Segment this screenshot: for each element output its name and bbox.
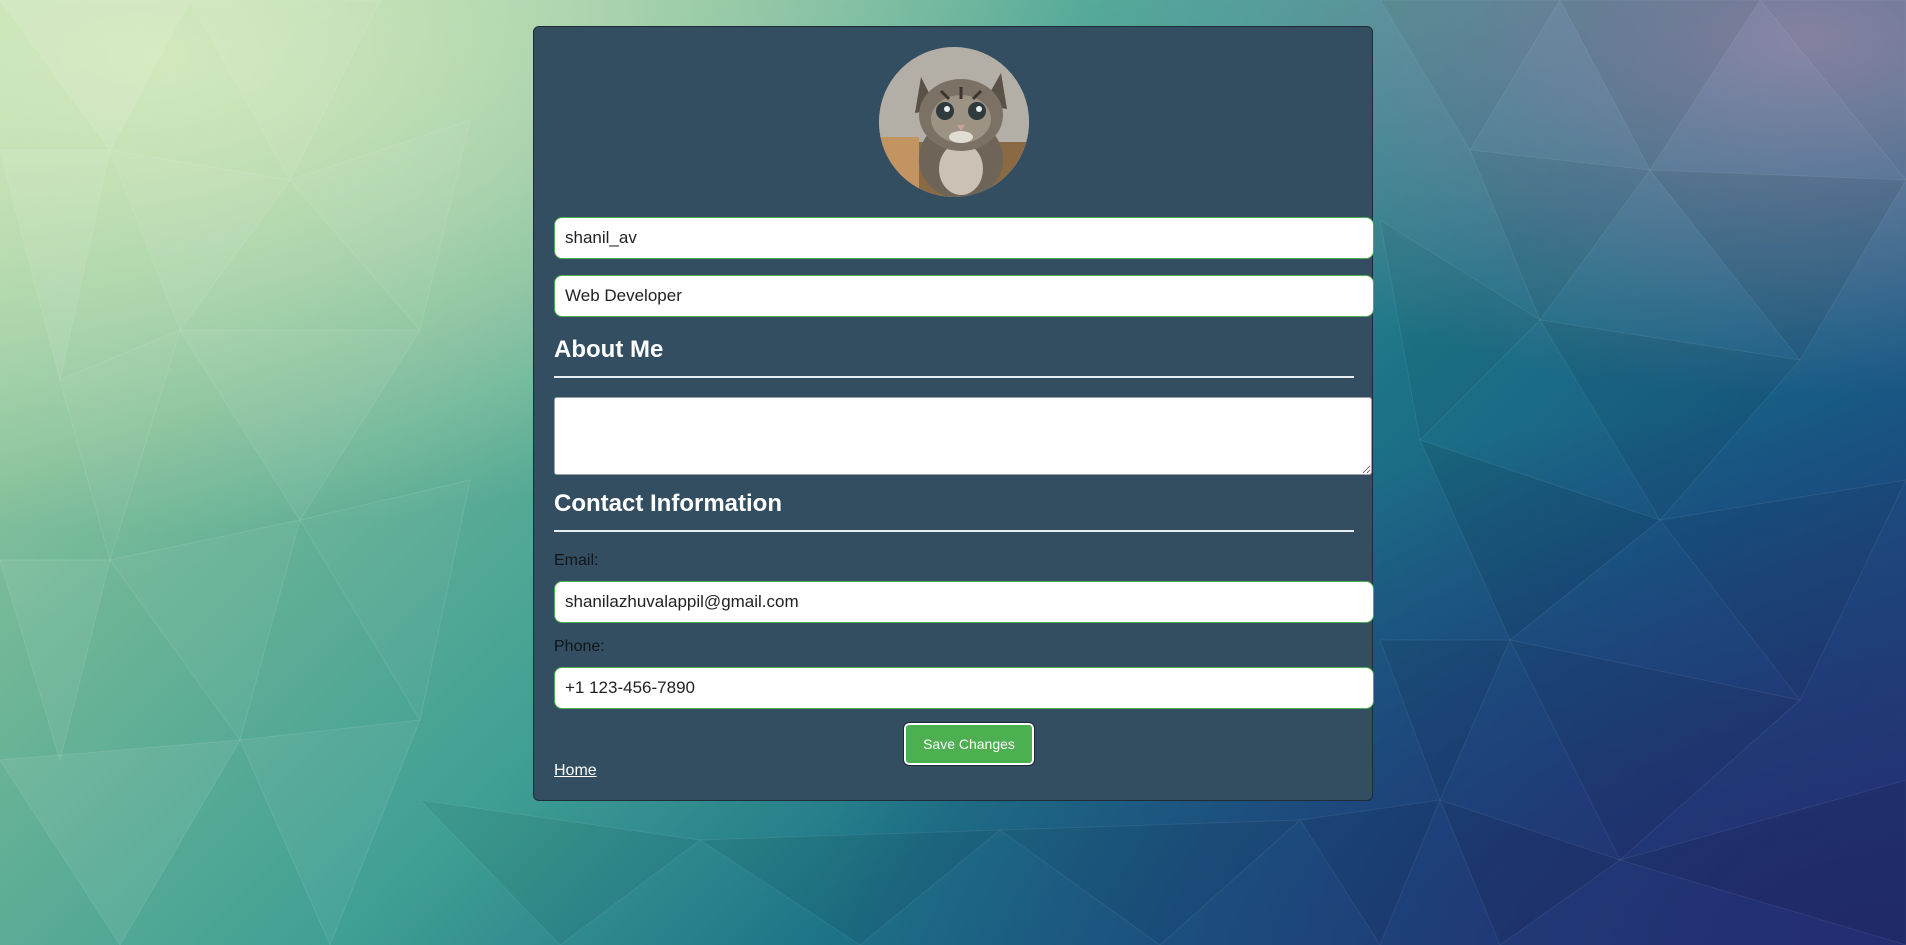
contact-information-heading: Contact Information — [554, 490, 782, 517]
phone-label: Phone: — [554, 638, 605, 655]
username-input[interactable] — [554, 217, 1374, 259]
email-label: Email: — [554, 552, 599, 569]
contact-information-divider — [554, 530, 1354, 532]
job-title-input[interactable] — [554, 275, 1374, 317]
kitten-image — [879, 47, 1029, 197]
about-me-divider — [554, 376, 1354, 378]
about-me-heading: About Me — [554, 336, 664, 363]
about-me-textarea[interactable] — [554, 397, 1372, 475]
email-input[interactable] — [554, 581, 1374, 623]
phone-input[interactable] — [554, 667, 1374, 709]
profile-card: About Me Contact Information Email: Phon… — [533, 26, 1374, 801]
home-link[interactable]: Home — [554, 762, 597, 780]
save-changes-button[interactable]: Save Changes — [903, 722, 1035, 766]
profile-avatar[interactable] — [879, 47, 1029, 197]
